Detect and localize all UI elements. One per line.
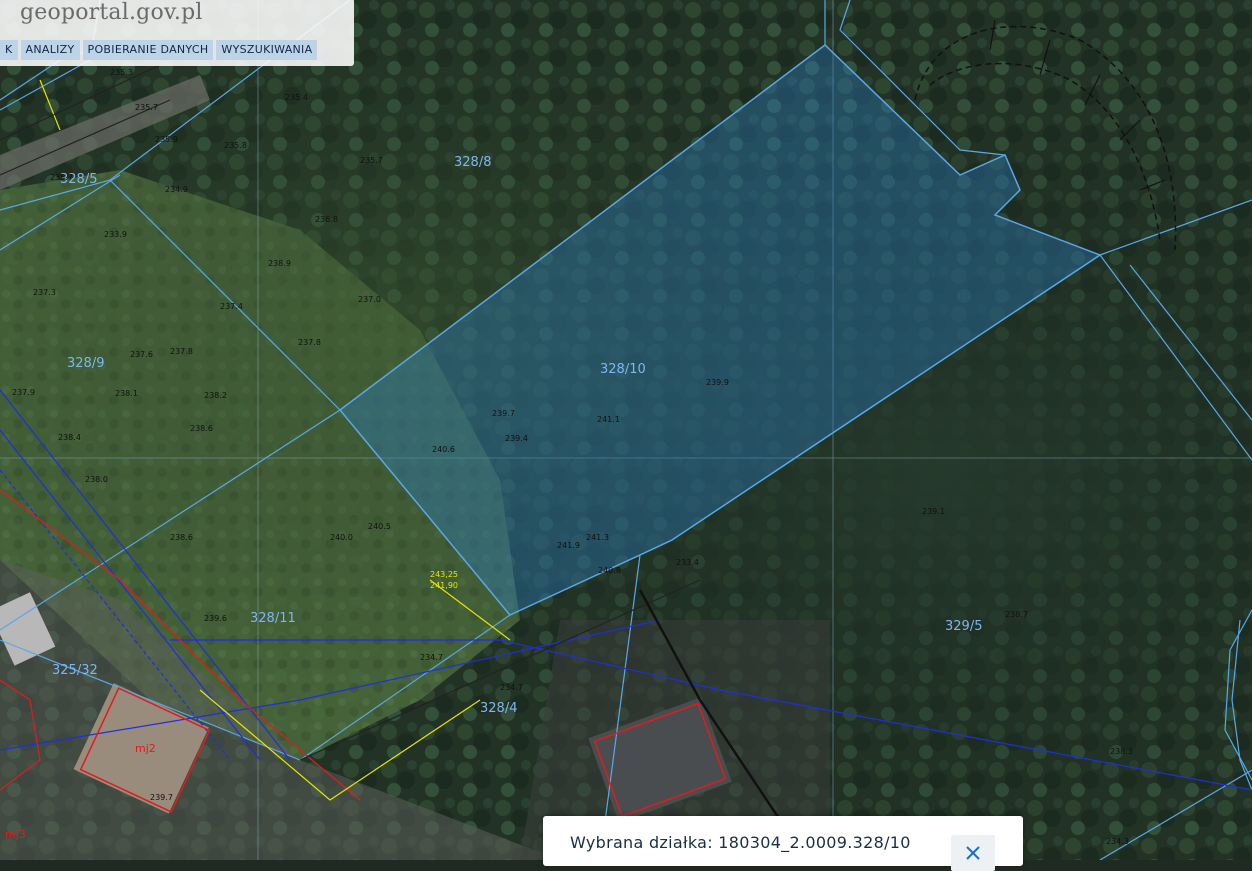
selected-parcel-panel: Wybrana działka: 180304_2.0009.328/10 [543,816,1023,871]
geoportal-logo[interactable]: geoportal.gov.pl [20,0,203,25]
elevation-label: 238.6 [190,424,213,433]
elevation-label: 239.7 [150,793,173,802]
menu-item-pobieranie-danych[interactable]: POBIERANIE DANYCH [82,40,214,60]
app-header: geoportal.gov.pl K ANALIZY POBIERANIE DA… [0,0,354,66]
elevation-label: 234.7 [500,683,523,692]
elevation-label: 237.9 [12,388,35,397]
parcel-label: 325/32 [52,663,98,678]
elevation-label: 237.6 [130,350,153,359]
parcel-label: 328/9 [67,356,104,371]
elevation-label: 239.4 [505,434,528,443]
parcel-label-selected: 328/10 [600,362,646,377]
elevation-label: 240.6 [432,445,455,454]
menu-item-analizy[interactable]: ANALIZY [20,40,80,60]
elevation-label: 241.1 [597,415,620,424]
elevation-label: 240.0 [330,533,353,542]
elevation-label: 237.8 [298,338,321,347]
elevation-label: 240.5 [368,522,391,531]
menu-item-wyszukiwania[interactable]: WYSZUKIWANIA [216,40,318,60]
elevation-label: 237.8 [170,347,193,356]
elevation-label: 235.8 [224,141,247,150]
close-panel-button[interactable] [951,835,995,871]
close-x-icon [966,846,980,860]
elevation-label: 237.3 [33,288,56,297]
elevation-label: 239.6 [204,614,227,623]
elevation-label: 233.4 [676,558,699,567]
main-menu: K ANALIZY POBIERANIE DANYCH WYSZUKIWANIA [0,40,318,62]
orthophoto-map[interactable]: 328/8 328/10 328/9 328/5 328/11 329/5 32… [0,0,1252,860]
parcel-label: 328/11 [250,611,296,626]
map-viewport[interactable]: 328/8 328/10 328/9 328/5 328/11 329/5 32… [0,0,1252,860]
elevation-label: 235.4 [285,93,308,102]
building-label: mj3 [5,828,26,841]
elevation-label: 241.9 [557,541,580,550]
selected-parcel-text: Wybrana działka: 180304_2.0009.328/10 [570,833,911,852]
elevation-label: 238.9 [268,259,291,268]
elevation-label: 237.4 [220,302,243,311]
elevation-label: 235.7 [50,173,73,182]
elevation-label: 235.3 [110,68,133,77]
elevation-label: 236.8 [315,215,338,224]
elevation-label: 238.1 [115,389,138,398]
elevation-label: 241.3 [586,533,609,542]
elevation-label: 233.9 [104,230,127,239]
parcel-label: 328/8 [454,155,491,170]
elevation-label: 238.4 [58,433,81,442]
elevation-label: 234.9 [165,185,188,194]
parcel-label: 328/4 [480,701,517,716]
building-label: mj2 [135,742,156,755]
menu-item-k[interactable]: K [0,40,18,60]
elevation-label: 238.3 [1110,747,1133,756]
elevation-label: 238.6 [170,533,193,542]
elevation-label: 235.7 [360,156,383,165]
elevation-label: 239.1 [922,507,945,516]
elevation-label: 238.2 [204,391,227,400]
elevation-label: 234.3 [1106,837,1129,846]
elevation-label: 239.9 [706,378,729,387]
elevation-label: 238.0 [85,475,108,484]
elevation-label: 237.0 [358,295,381,304]
elevation-label: 239.7 [492,409,515,418]
utility-label: 241,90 [430,581,458,590]
elevation-label: 235.7 [135,103,158,112]
utility-label: 243,25 [430,570,458,579]
parcel-label: 329/5 [945,619,982,634]
elevation-label: 234.7 [420,653,443,662]
elevation-label: 240.8 [598,566,621,575]
elevation-label: 235.9 [155,135,178,144]
elevation-label: 238.7 [1005,610,1028,619]
